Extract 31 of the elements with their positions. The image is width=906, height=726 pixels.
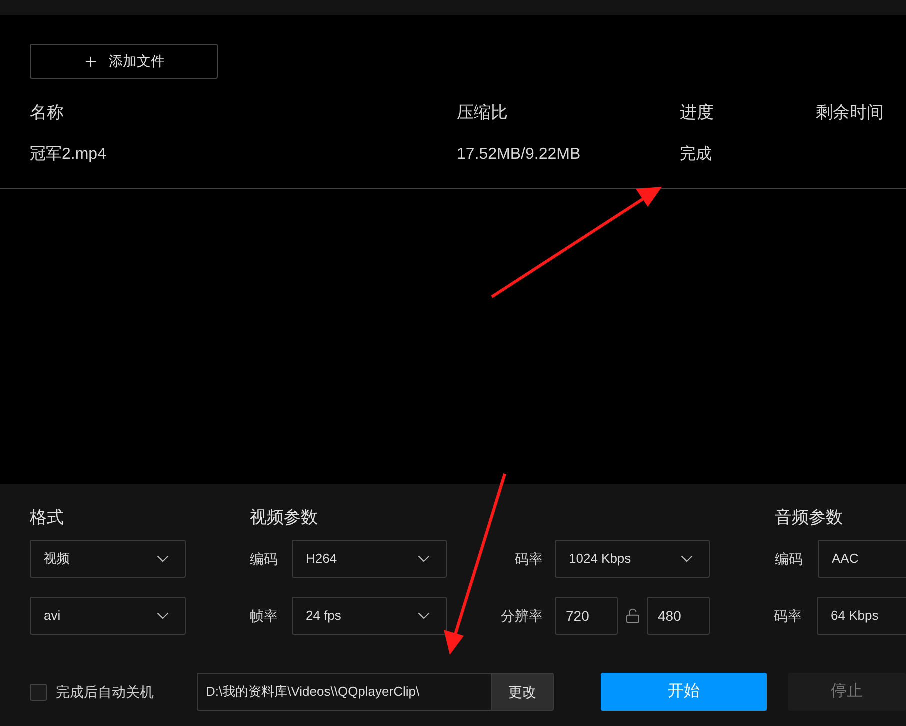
- table-cell: 17.52MB/9.22MB: [457, 146, 581, 163]
- dropdown[interactable]: avi: [30, 597, 186, 635]
- field-label: 码率: [514, 550, 544, 568]
- column-header: 进度: [680, 102, 715, 124]
- dropdown[interactable]: 64 Kbps: [817, 597, 906, 635]
- field-label: 帧率: [250, 606, 279, 626]
- width-field[interactable]: 720: [555, 597, 618, 635]
- add-file-button[interactable]: 添加文件: [30, 44, 218, 79]
- output-path-field[interactable]: D:\我的资料库\Videos\\QQplayerClip\: [197, 673, 491, 711]
- checkbox-label: 完成后自动关机: [55, 682, 155, 702]
- dropdown[interactable]: 24 fps: [292, 597, 447, 635]
- field-label: 码率: [774, 606, 803, 626]
- height-field[interactable]: 480: [647, 597, 710, 635]
- field-label: 编码: [250, 550, 279, 568]
- dropdown[interactable]: 1024 Kbps: [555, 540, 710, 578]
- field-label: 编码: [775, 550, 804, 568]
- dropdown[interactable]: H264: [292, 540, 447, 578]
- field-label: 分辨率: [500, 606, 544, 626]
- dropdown[interactable]: AAC: [818, 540, 906, 578]
- dropdown[interactable]: 视频: [30, 540, 186, 578]
- shutdown-checkbox[interactable]: [30, 684, 47, 700]
- unlock-icon[interactable]: [624, 608, 640, 624]
- table-cell: 冠军2.mp4: [30, 146, 106, 163]
- column-header: 名称: [30, 102, 65, 124]
- section-title: 格式: [30, 507, 65, 529]
- section-title: 视频参数: [250, 507, 319, 529]
- section-title: 音频参数: [775, 507, 843, 529]
- column-header: 剩余时间: [816, 102, 885, 124]
- change-button[interactable]: 更改: [491, 673, 554, 711]
- column-header: 压缩比: [457, 102, 509, 124]
- table-cell: 完成: [680, 146, 712, 163]
